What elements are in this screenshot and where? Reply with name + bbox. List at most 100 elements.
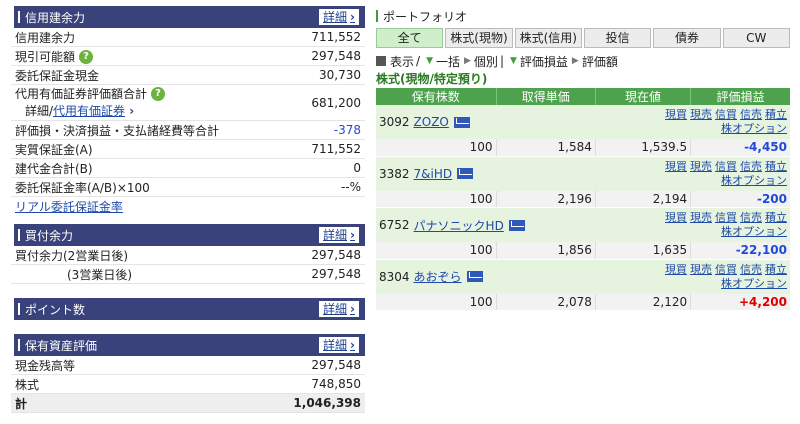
holding-pl: -22,100 bbox=[690, 242, 790, 260]
tab-all[interactable]: 全て bbox=[376, 28, 444, 48]
action-link[interactable]: 現売 bbox=[690, 211, 712, 224]
buying-detail-button[interactable]: 詳細 › bbox=[319, 227, 359, 243]
points-header: ポイント数 詳細 › bbox=[11, 298, 365, 320]
action-link[interactable]: 積立 bbox=[765, 263, 787, 276]
display-icon bbox=[376, 56, 386, 66]
action-link[interactable]: 現買 bbox=[665, 211, 687, 224]
chevron-right-icon: › bbox=[350, 228, 355, 242]
holding-cost: 2,196 bbox=[496, 190, 596, 208]
action-link[interactable]: 現買 bbox=[665, 160, 687, 173]
holdings-body: 3092 ZOZO 現買 現売 信買 信売 積立 株オプション 100 1,584 1,5… bbox=[376, 105, 790, 311]
triangle-down-icon: ▼ bbox=[426, 56, 433, 66]
action-link[interactable]: 信買 bbox=[715, 263, 737, 276]
col-pl: 評価損益 bbox=[690, 88, 790, 105]
buying-power-header: 買付余力 詳細 › bbox=[11, 224, 365, 246]
credit-row: 実質保証金(A) 711,552 bbox=[11, 140, 365, 159]
triangle-down-icon: ▼ bbox=[509, 56, 517, 66]
action-link[interactable]: 信売 bbox=[740, 108, 762, 121]
stock-option-link[interactable]: 株オプション bbox=[721, 174, 787, 187]
action-link[interactable]: 現売 bbox=[690, 263, 712, 276]
points-detail-button[interactable]: 詳細 › bbox=[319, 301, 359, 317]
collateral-securities-link[interactable]: 代用有価証券 bbox=[53, 104, 125, 118]
holding-pl: -200 bbox=[690, 190, 790, 208]
stock-name-link[interactable]: ZOZO bbox=[414, 115, 449, 129]
tab-cw[interactable]: CW bbox=[722, 28, 790, 48]
credit-row: 信用建余力 711,552 bbox=[11, 28, 365, 47]
real-margin-ratio-link[interactable]: リアル委託保証金率 bbox=[15, 198, 123, 215]
stock-option-link[interactable]: 株オプション bbox=[721, 122, 787, 135]
help-icon[interactable]: ? bbox=[79, 50, 94, 64]
action-link[interactable]: 信売 bbox=[740, 263, 762, 276]
asset-row: 現金残高等 297,548 bbox=[11, 356, 365, 375]
action-link[interactable]: 信売 bbox=[740, 211, 762, 224]
credit-capacity-title: 信用建余力 bbox=[18, 9, 85, 26]
action-link[interactable]: 積立 bbox=[765, 108, 787, 121]
credit-row: 建代金合計(B) 0 bbox=[11, 159, 365, 178]
col-cost: 取得単価 bbox=[496, 88, 596, 105]
view-options-bar: 表示 / ▼ 一括 ▶ 個別 | ▼ 評価損益 ▶ 評価額 bbox=[376, 51, 790, 71]
action-link[interactable]: 現売 bbox=[690, 108, 712, 121]
holding-shares: 100 bbox=[376, 293, 497, 311]
stock-name-link[interactable]: パナソニックHD bbox=[414, 217, 504, 234]
chevron-right-icon: › bbox=[125, 103, 135, 118]
mail-icon[interactable] bbox=[466, 271, 483, 282]
credit-row: 委託保証金現金 30,730 bbox=[11, 66, 365, 85]
view-individual-option[interactable]: 個別 bbox=[474, 53, 498, 70]
holdings-section-title: 株式(現物/特定預り) bbox=[376, 72, 488, 86]
stock-name-link[interactable]: あおぞら bbox=[414, 268, 462, 285]
holding-value-row: 100 1,856 1,635 -22,100 bbox=[376, 242, 790, 260]
tab-stock-margin[interactable]: 株式(信用) bbox=[514, 28, 582, 48]
buying-power-title: 買付余力 bbox=[18, 227, 73, 244]
asset-total-row: 計 1,046,398 bbox=[11, 394, 365, 413]
credit-row: 代用有価証券評価額合計? 詳細/代用有価証券 › 681,200 bbox=[11, 85, 365, 121]
help-icon[interactable]: ? bbox=[151, 87, 166, 101]
tab-funds[interactable]: 投信 bbox=[583, 28, 652, 48]
holding-value-row: 100 1,584 1,539.5 -4,450 bbox=[376, 139, 790, 157]
holding-price: 1,635 bbox=[595, 242, 692, 260]
holding-name-row: 3382 7&iHD 現買 現売 信買 信売 積立 株オプション bbox=[376, 156, 790, 191]
col-price: 現在値 bbox=[595, 88, 692, 105]
triangle-right-icon: ▶ bbox=[571, 56, 579, 66]
stock-option-link[interactable]: 株オプション bbox=[721, 225, 787, 238]
credit-capacity-header: 信用建余力 詳細 › bbox=[11, 6, 365, 28]
credit-link-row: リアル委託保証金率 bbox=[11, 197, 365, 216]
assets-detail-button[interactable]: 詳細 › bbox=[319, 337, 359, 353]
holding-cost: 1,856 bbox=[496, 242, 596, 260]
points-title: ポイント数 bbox=[18, 301, 85, 318]
holding-price: 2,194 bbox=[595, 190, 692, 208]
chevron-right-icon: › bbox=[350, 302, 355, 316]
holding-pl: +4,200 bbox=[690, 293, 790, 311]
action-link[interactable]: 現買 bbox=[665, 263, 687, 276]
stock-code: 3382 bbox=[379, 166, 410, 181]
tab-bonds[interactable]: 債券 bbox=[653, 28, 721, 48]
view-bulk-option[interactable]: 一括 bbox=[436, 53, 460, 70]
action-link[interactable]: 現買 bbox=[665, 108, 687, 121]
holding-shares: 100 bbox=[376, 190, 497, 208]
stock-code: 8304 bbox=[379, 269, 410, 284]
col-shares: 保有株数 bbox=[376, 88, 497, 105]
action-link[interactable]: 信買 bbox=[715, 160, 737, 173]
holding-pl: -4,450 bbox=[690, 139, 790, 157]
credit-row: 委託保証金率(A/B)×100 --% bbox=[11, 178, 365, 197]
stock-name-link[interactable]: 7&iHD bbox=[414, 167, 453, 181]
tab-stock-cash[interactable]: 株式(現物) bbox=[445, 28, 513, 48]
action-link[interactable]: 積立 bbox=[765, 211, 787, 224]
holding-shares: 100 bbox=[376, 139, 497, 157]
mail-icon[interactable] bbox=[457, 168, 474, 179]
action-link[interactable]: 信買 bbox=[715, 211, 737, 224]
action-link[interactable]: 積立 bbox=[765, 160, 787, 173]
stock-option-link[interactable]: 株オプション bbox=[721, 277, 787, 290]
view-pl-option[interactable]: 評価損益 bbox=[520, 53, 568, 70]
holding-name-row: 6752 パナソニックHD 現買 現売 信買 信売 積立 株オプション bbox=[376, 207, 790, 242]
stock-code: 3092 bbox=[379, 115, 410, 129]
action-link[interactable]: 現売 bbox=[690, 160, 712, 173]
credit-detail-button[interactable]: 詳細 › bbox=[319, 9, 359, 25]
action-link[interactable]: 信売 bbox=[740, 160, 762, 173]
mail-icon[interactable] bbox=[453, 116, 470, 128]
view-valuation-option[interactable]: 評価額 bbox=[582, 53, 618, 70]
action-link[interactable]: 信買 bbox=[715, 108, 737, 121]
mail-icon[interactable] bbox=[508, 219, 525, 231]
buying-row: 買付余力(2営業日後) 297,548 bbox=[11, 246, 365, 265]
assets-title: 保有資産評価 bbox=[18, 337, 97, 354]
credit-row: 現引可能額? 297,548 bbox=[11, 47, 365, 66]
